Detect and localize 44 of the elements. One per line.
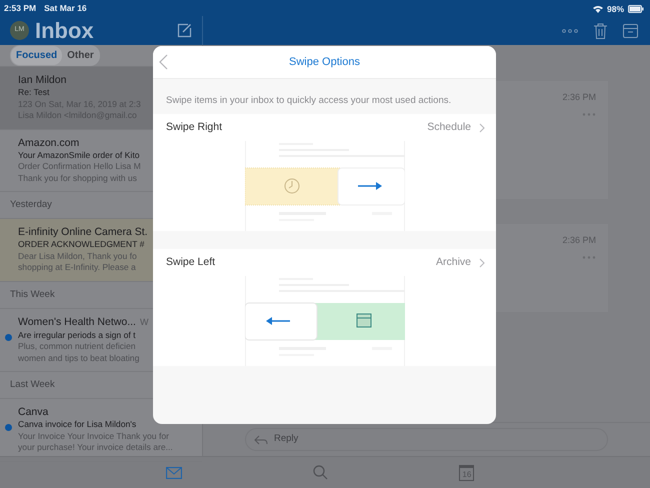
filter-tab[interactable]: Other xyxy=(62,46,99,65)
filter-tab[interactable]: Focused xyxy=(11,46,62,65)
message-preview: Plus, common nutrient deficien xyxy=(18,341,136,352)
message-subject: ORDER ACKNOWLEDGMENT # xyxy=(18,239,144,251)
message-subject: Your AmazonSmile order of Kito xyxy=(18,150,140,161)
message-preview: shopping at E-Infinity. Please a xyxy=(18,262,136,274)
status-date: Sat Mar 16 xyxy=(44,2,87,15)
tab-button[interactable] xyxy=(164,464,184,480)
wifi-icon xyxy=(592,5,603,13)
chevron-icon xyxy=(479,258,485,268)
message-preview: Order Confirmation Hello Lisa M xyxy=(18,161,141,172)
sender-name: Amazon.com xyxy=(18,136,80,150)
option-row[interactable]: Swipe Left Archive xyxy=(153,249,496,276)
compose-icon[interactable] xyxy=(177,23,192,38)
message-subject: Are irregular periods a sign of t xyxy=(18,330,136,341)
battery-percent: 98% xyxy=(606,2,624,16)
message-subject: Canva invoice for Lisa Mildon's xyxy=(18,419,136,431)
option-row[interactable]: Swipe Right Schedule xyxy=(153,114,496,142)
message-preview: Thank you for shopping with us xyxy=(18,172,137,184)
chevron-icon xyxy=(479,122,485,133)
sender-name: Women's Health Netwo... xyxy=(18,315,136,329)
search-icon xyxy=(313,465,328,480)
archive-icon[interactable] xyxy=(623,24,638,38)
inbox-title: Inbox xyxy=(35,20,95,42)
message-preview: women and tips to beat bloating xyxy=(18,352,140,364)
message-preview: Your Invoice Your Invoice Thank you for xyxy=(18,430,169,442)
back-button[interactable] xyxy=(159,54,168,70)
sender-name: Canva xyxy=(18,405,48,420)
status-time: 2:53 PM xyxy=(4,2,36,15)
message-preview: Dear Lisa Mildon, Thank you fo xyxy=(18,250,137,262)
battery-icon xyxy=(628,5,644,13)
reply-input[interactable]: Reply xyxy=(268,431,607,448)
message-preview: your purchase! Your invoice details are... xyxy=(18,442,173,454)
sender-name: Ian Mildon xyxy=(18,73,66,87)
option-value: Schedule xyxy=(427,120,471,135)
trash-icon[interactable] xyxy=(594,22,607,38)
dialog-title: Swipe Options xyxy=(289,54,360,70)
message-subject: Re: Test xyxy=(18,87,50,98)
reply-field[interactable]: Reply xyxy=(245,428,608,451)
reply-icon xyxy=(254,434,268,444)
more-icon[interactable] xyxy=(562,28,578,32)
option-value: Archive xyxy=(436,254,471,270)
sender-name: E-infinity Online Camera St. xyxy=(18,225,148,240)
mail-icon xyxy=(166,466,182,478)
